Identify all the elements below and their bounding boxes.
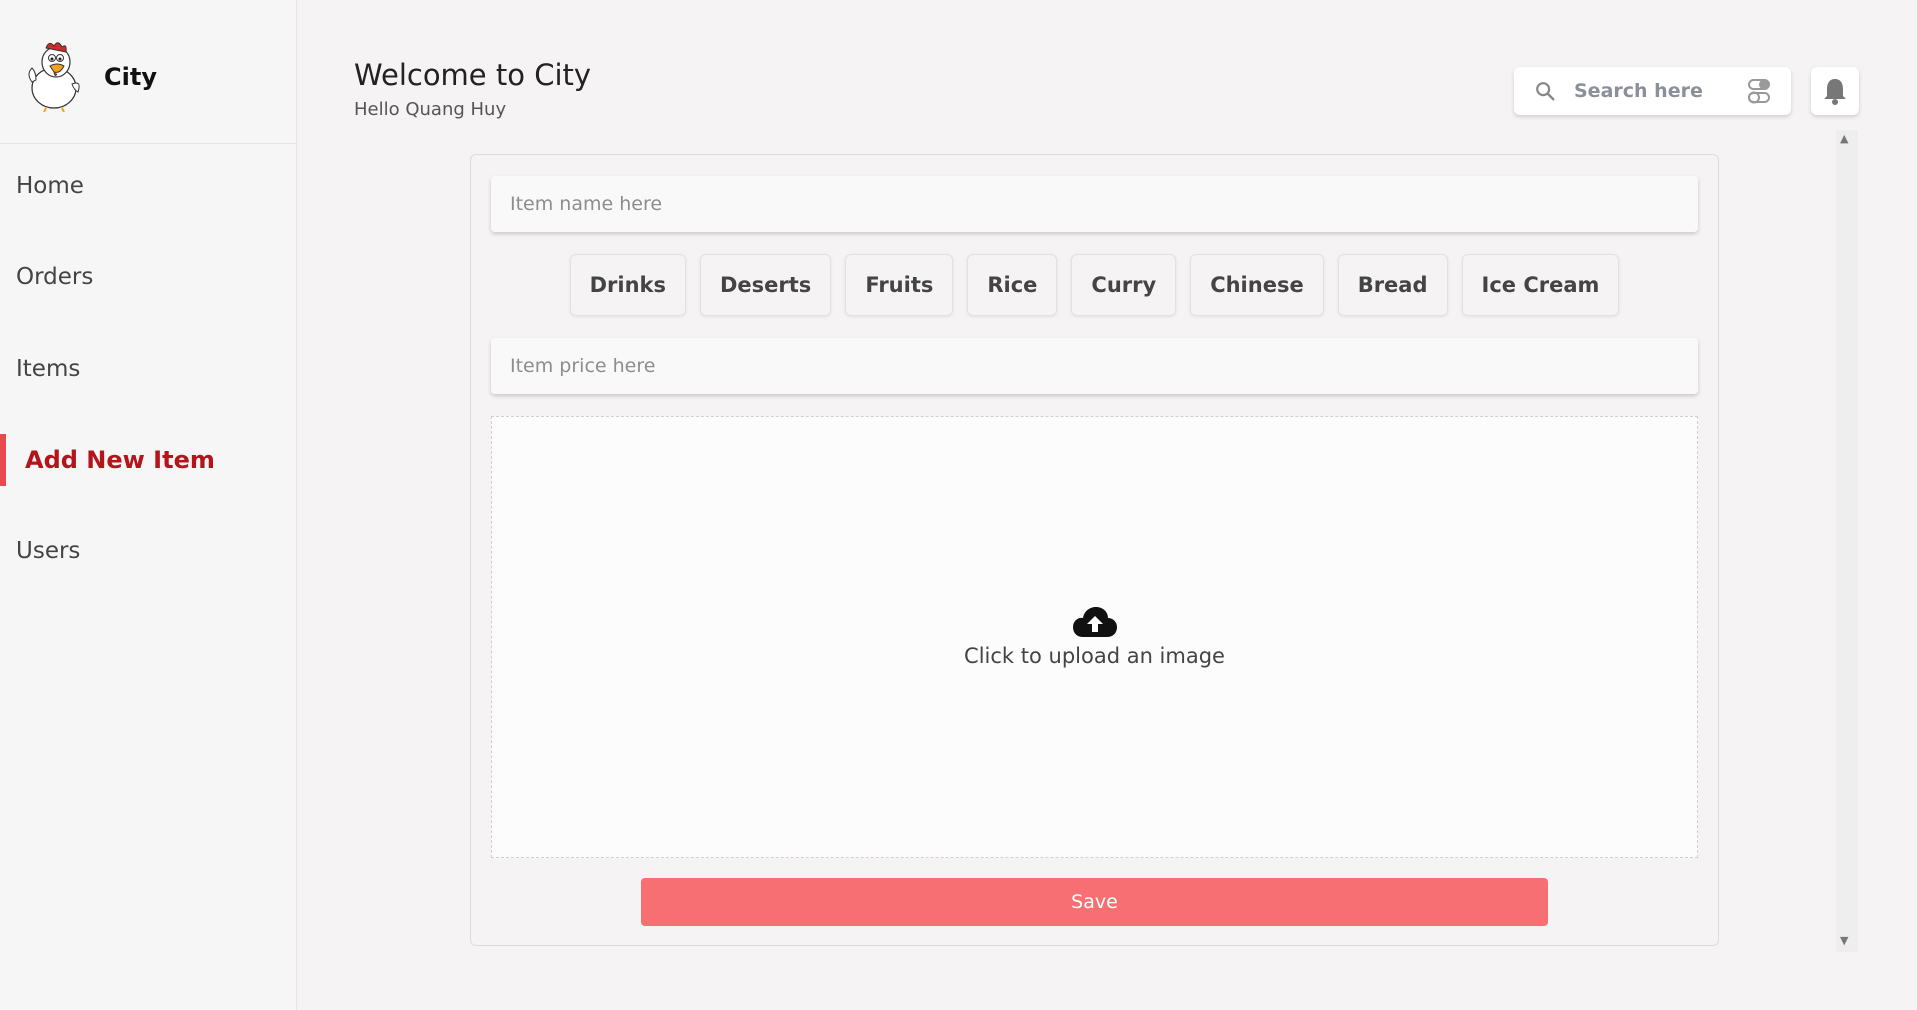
brand[interactable]: City — [0, 0, 296, 144]
item-price-input[interactable]: Item price here — [491, 338, 1698, 394]
greeting: Hello Quang Huy — [354, 99, 507, 120]
add-item-form: Item name here Drinks Deserts Fruits Ric… — [470, 154, 1719, 946]
category-fruits[interactable]: Fruits — [845, 254, 954, 316]
search-icon — [1536, 82, 1555, 101]
sidebar: City Home Orders Items Add New Item User… — [0, 0, 297, 1010]
scroll-up-icon[interactable]: ▲ — [1840, 132, 1848, 145]
sidebar-item-orders[interactable]: Orders — [0, 251, 296, 303]
scroll-down-icon[interactable]: ▼ — [1840, 934, 1848, 947]
cloud-upload-icon — [1072, 607, 1117, 637]
bell-icon — [1824, 79, 1846, 105]
category-curry[interactable]: Curry — [1071, 254, 1177, 316]
save-button[interactable]: Save — [641, 878, 1548, 926]
sidebar-item-home[interactable]: Home — [0, 160, 296, 212]
sidebar-item-label: Home — [16, 173, 84, 199]
chicken-logo — [28, 41, 80, 112]
sidebar-item-label: Orders — [16, 264, 94, 290]
category-rice[interactable]: Rice — [967, 254, 1058, 316]
sidebar-item-items[interactable]: Items — [0, 343, 296, 395]
item-price-placeholder: Item price here — [510, 355, 656, 377]
category-drinks[interactable]: Drinks — [569, 254, 686, 316]
sidebar-item-add-new-item[interactable]: Add New Item — [0, 434, 296, 486]
sidebar-item-label: Items — [16, 356, 81, 382]
category-chinese[interactable]: Chinese — [1190, 254, 1324, 316]
brand-name: City — [104, 62, 157, 91]
category-list: Drinks Deserts Fruits Rice Curry Chinese… — [471, 254, 1718, 316]
category-bread[interactable]: Bread — [1337, 254, 1448, 316]
sidebar-item-label: Users — [16, 538, 81, 564]
search-placeholder: Search here — [1574, 80, 1703, 102]
category-ice-cream[interactable]: Ice Cream — [1461, 254, 1620, 316]
sidebar-item-users[interactable]: Users — [0, 525, 296, 577]
category-deserts[interactable]: Deserts — [700, 254, 832, 316]
search-input[interactable]: Search here — [1514, 67, 1791, 115]
image-upload-area[interactable]: Click to upload an image — [491, 416, 1698, 858]
filter-icon[interactable] — [1747, 76, 1773, 106]
upload-label: Click to upload an image — [964, 644, 1225, 668]
item-name-input[interactable]: Item name here — [491, 176, 1698, 232]
sidebar-item-label: Add New Item — [25, 446, 215, 474]
scrollbar[interactable] — [1836, 130, 1858, 952]
page-title: Welcome to City — [354, 58, 592, 92]
item-name-placeholder: Item name here — [510, 193, 663, 215]
notification-button[interactable] — [1811, 67, 1859, 115]
